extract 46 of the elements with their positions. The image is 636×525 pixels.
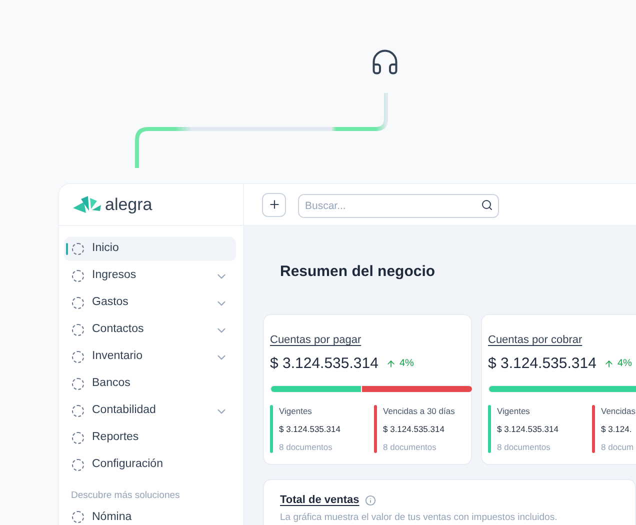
sales-title[interactable]: Total de ventas bbox=[280, 492, 360, 508]
status-bar bbox=[270, 405, 273, 453]
sidebar-item[interactable]: Bancos bbox=[64, 372, 236, 396]
group-count: 8 documentos bbox=[279, 441, 334, 453]
sidebar-item[interactable]: Contabilidad bbox=[64, 399, 236, 423]
sidebar-item[interactable]: Contactos bbox=[64, 318, 236, 342]
change-percent: 4% bbox=[399, 357, 414, 372]
info-icon bbox=[365, 494, 376, 506]
group-amount: $ 3.124. bbox=[601, 423, 633, 435]
search-icon bbox=[481, 198, 493, 210]
sidebar-item[interactable]: Inicio bbox=[64, 237, 236, 261]
sidebar-item[interactable]: Configuración bbox=[64, 453, 236, 477]
group-count: 8 documentos bbox=[383, 441, 438, 453]
logo-wordmark: alegra bbox=[105, 196, 152, 213]
sidebar-item[interactable]: Gastos bbox=[64, 291, 236, 315]
card-amount: $ 3.124.535.314 bbox=[270, 354, 378, 374]
page-title: Resumen del negocio bbox=[279, 262, 436, 282]
headset-icon bbox=[370, 47, 400, 77]
group-label: Vigentes bbox=[497, 405, 531, 417]
sales-description: La gráfica muestra el valor de tus ventas con impuestos incluidos. bbox=[280, 512, 558, 524]
arrow-up-icon bbox=[604, 358, 614, 369]
group-amount: $ 3.124.535.314 bbox=[383, 423, 446, 435]
sidebar-item[interactable]: Inventario bbox=[64, 345, 236, 369]
sidebar-item[interactable]: Nómina bbox=[64, 505, 236, 525]
card-title[interactable]: Cuentas por cobrar bbox=[488, 332, 582, 348]
card-title[interactable]: Cuentas por pagar bbox=[270, 332, 362, 348]
change-percent: 4% bbox=[617, 357, 632, 372]
add-button[interactable] bbox=[262, 192, 286, 216]
status-bar bbox=[592, 405, 595, 453]
card-amount: $ 3.124.535.314 bbox=[488, 354, 596, 374]
section-title: Descubre más soluciones bbox=[70, 489, 181, 503]
sidebar-item[interactable]: Ingresos bbox=[64, 264, 236, 288]
search-field[interactable]: Buscar... bbox=[298, 194, 499, 218]
group-label: Vencidas bbox=[601, 405, 636, 417]
arrow-up-icon bbox=[386, 358, 396, 369]
logo-mark-icon bbox=[73, 196, 101, 214]
group-label: Vigentes bbox=[279, 405, 313, 417]
group-count: 8 docum bbox=[601, 441, 635, 453]
status-bar bbox=[374, 405, 377, 453]
status-bar bbox=[488, 405, 491, 453]
sidebar-item[interactable]: Reportes bbox=[64, 426, 236, 450]
group-label: Vencidas a 30 días bbox=[383, 405, 455, 417]
plus-icon bbox=[268, 198, 280, 211]
group-amount: $ 3.124.535.314 bbox=[279, 423, 340, 435]
group-count: 8 documentos bbox=[497, 441, 552, 453]
group-amount: $ 3.124.535.314 bbox=[497, 423, 558, 435]
